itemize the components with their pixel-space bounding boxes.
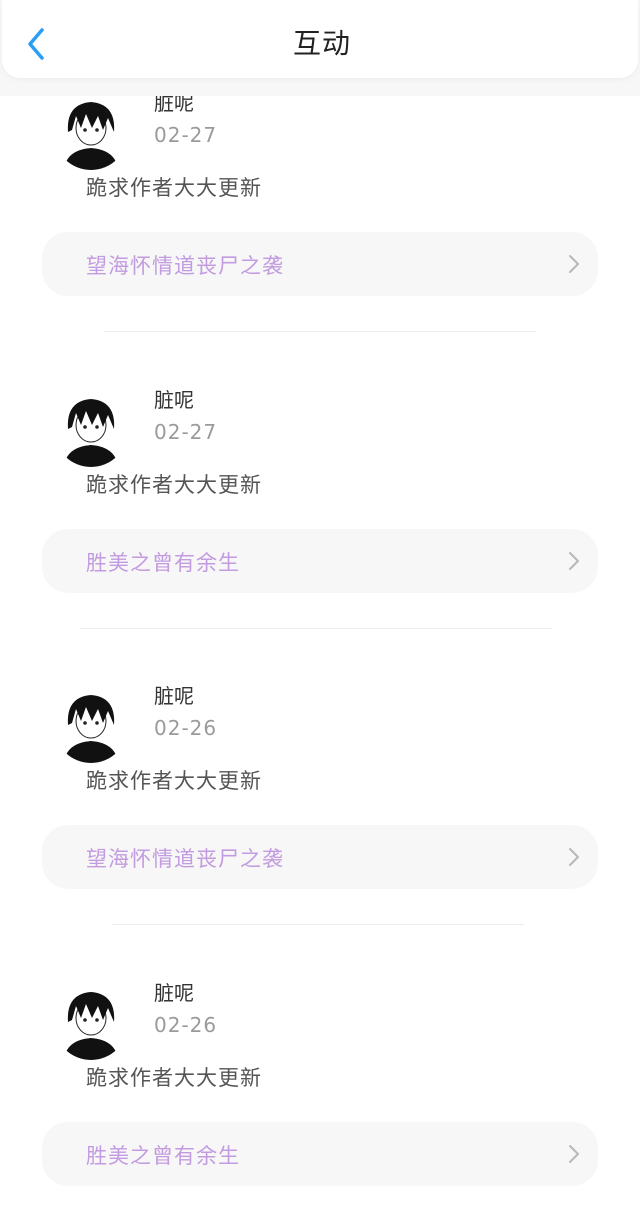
page-title: 互动 bbox=[292, 27, 351, 60]
book-title: 胜美之曾有余生 bbox=[86, 1144, 240, 1168]
list-item: 脏呢 02-26 跪求作者大大更新 胜美之曾有余生 bbox=[0, 929, 640, 1209]
interaction-list[interactable]: 脏呢 02-27 跪求作者大大更新 望海怀情道丧尸之袭 脏呢 02-27 跪求作… bbox=[0, 96, 640, 1209]
avatar[interactable] bbox=[54, 393, 128, 467]
comment-date: 02-27 bbox=[154, 123, 218, 147]
avatar-image bbox=[64, 992, 118, 1060]
chevron-right-icon bbox=[569, 1145, 579, 1163]
list-item: 脏呢 02-26 跪求作者大大更新 望海怀情道丧尸之袭 bbox=[0, 632, 640, 929]
book-link[interactable]: 望海怀情道丧尸之袭 bbox=[42, 232, 598, 296]
avatar[interactable] bbox=[54, 689, 128, 763]
username[interactable]: 脏呢 bbox=[154, 384, 194, 413]
list-item: 脏呢 02-27 跪求作者大大更新 胜美之曾有余生 bbox=[0, 336, 640, 633]
chevron-right-icon bbox=[569, 552, 579, 570]
comment-text: 跪求作者大大更新 bbox=[86, 176, 262, 200]
list-item: 脏呢 02-27 跪求作者大大更新 望海怀情道丧尸之袭 bbox=[0, 96, 640, 336]
avatar-image bbox=[64, 102, 118, 170]
comment-text: 跪求作者大大更新 bbox=[86, 769, 262, 793]
comment-text: 跪求作者大大更新 bbox=[86, 473, 262, 497]
divider bbox=[104, 331, 536, 332]
avatar-image bbox=[64, 399, 118, 467]
header-card: 互动 bbox=[2, 0, 638, 78]
chevron-right-icon bbox=[569, 255, 579, 273]
book-title: 胜美之曾有余生 bbox=[86, 551, 240, 575]
book-link[interactable]: 望海怀情道丧尸之袭 bbox=[42, 825, 598, 889]
book-link[interactable]: 胜美之曾有余生 bbox=[42, 529, 598, 593]
comment-date: 02-26 bbox=[154, 716, 218, 740]
book-link[interactable]: 胜美之曾有余生 bbox=[42, 1122, 598, 1186]
username[interactable]: 脏呢 bbox=[154, 680, 194, 709]
username[interactable]: 脏呢 bbox=[154, 96, 194, 116]
avatar-image bbox=[64, 695, 118, 763]
book-title: 望海怀情道丧尸之袭 bbox=[86, 254, 284, 278]
chevron-right-icon bbox=[569, 848, 579, 866]
avatar[interactable] bbox=[54, 96, 128, 170]
divider bbox=[112, 924, 524, 925]
divider bbox=[80, 628, 552, 629]
book-title: 望海怀情道丧尸之袭 bbox=[86, 847, 284, 871]
avatar[interactable] bbox=[54, 986, 128, 1060]
comment-date: 02-26 bbox=[154, 1013, 218, 1037]
username[interactable]: 脏呢 bbox=[154, 977, 194, 1006]
comment-text: 跪求作者大大更新 bbox=[86, 1066, 262, 1090]
header-bar: 互动 bbox=[0, 0, 640, 96]
comment-date: 02-27 bbox=[154, 420, 218, 444]
